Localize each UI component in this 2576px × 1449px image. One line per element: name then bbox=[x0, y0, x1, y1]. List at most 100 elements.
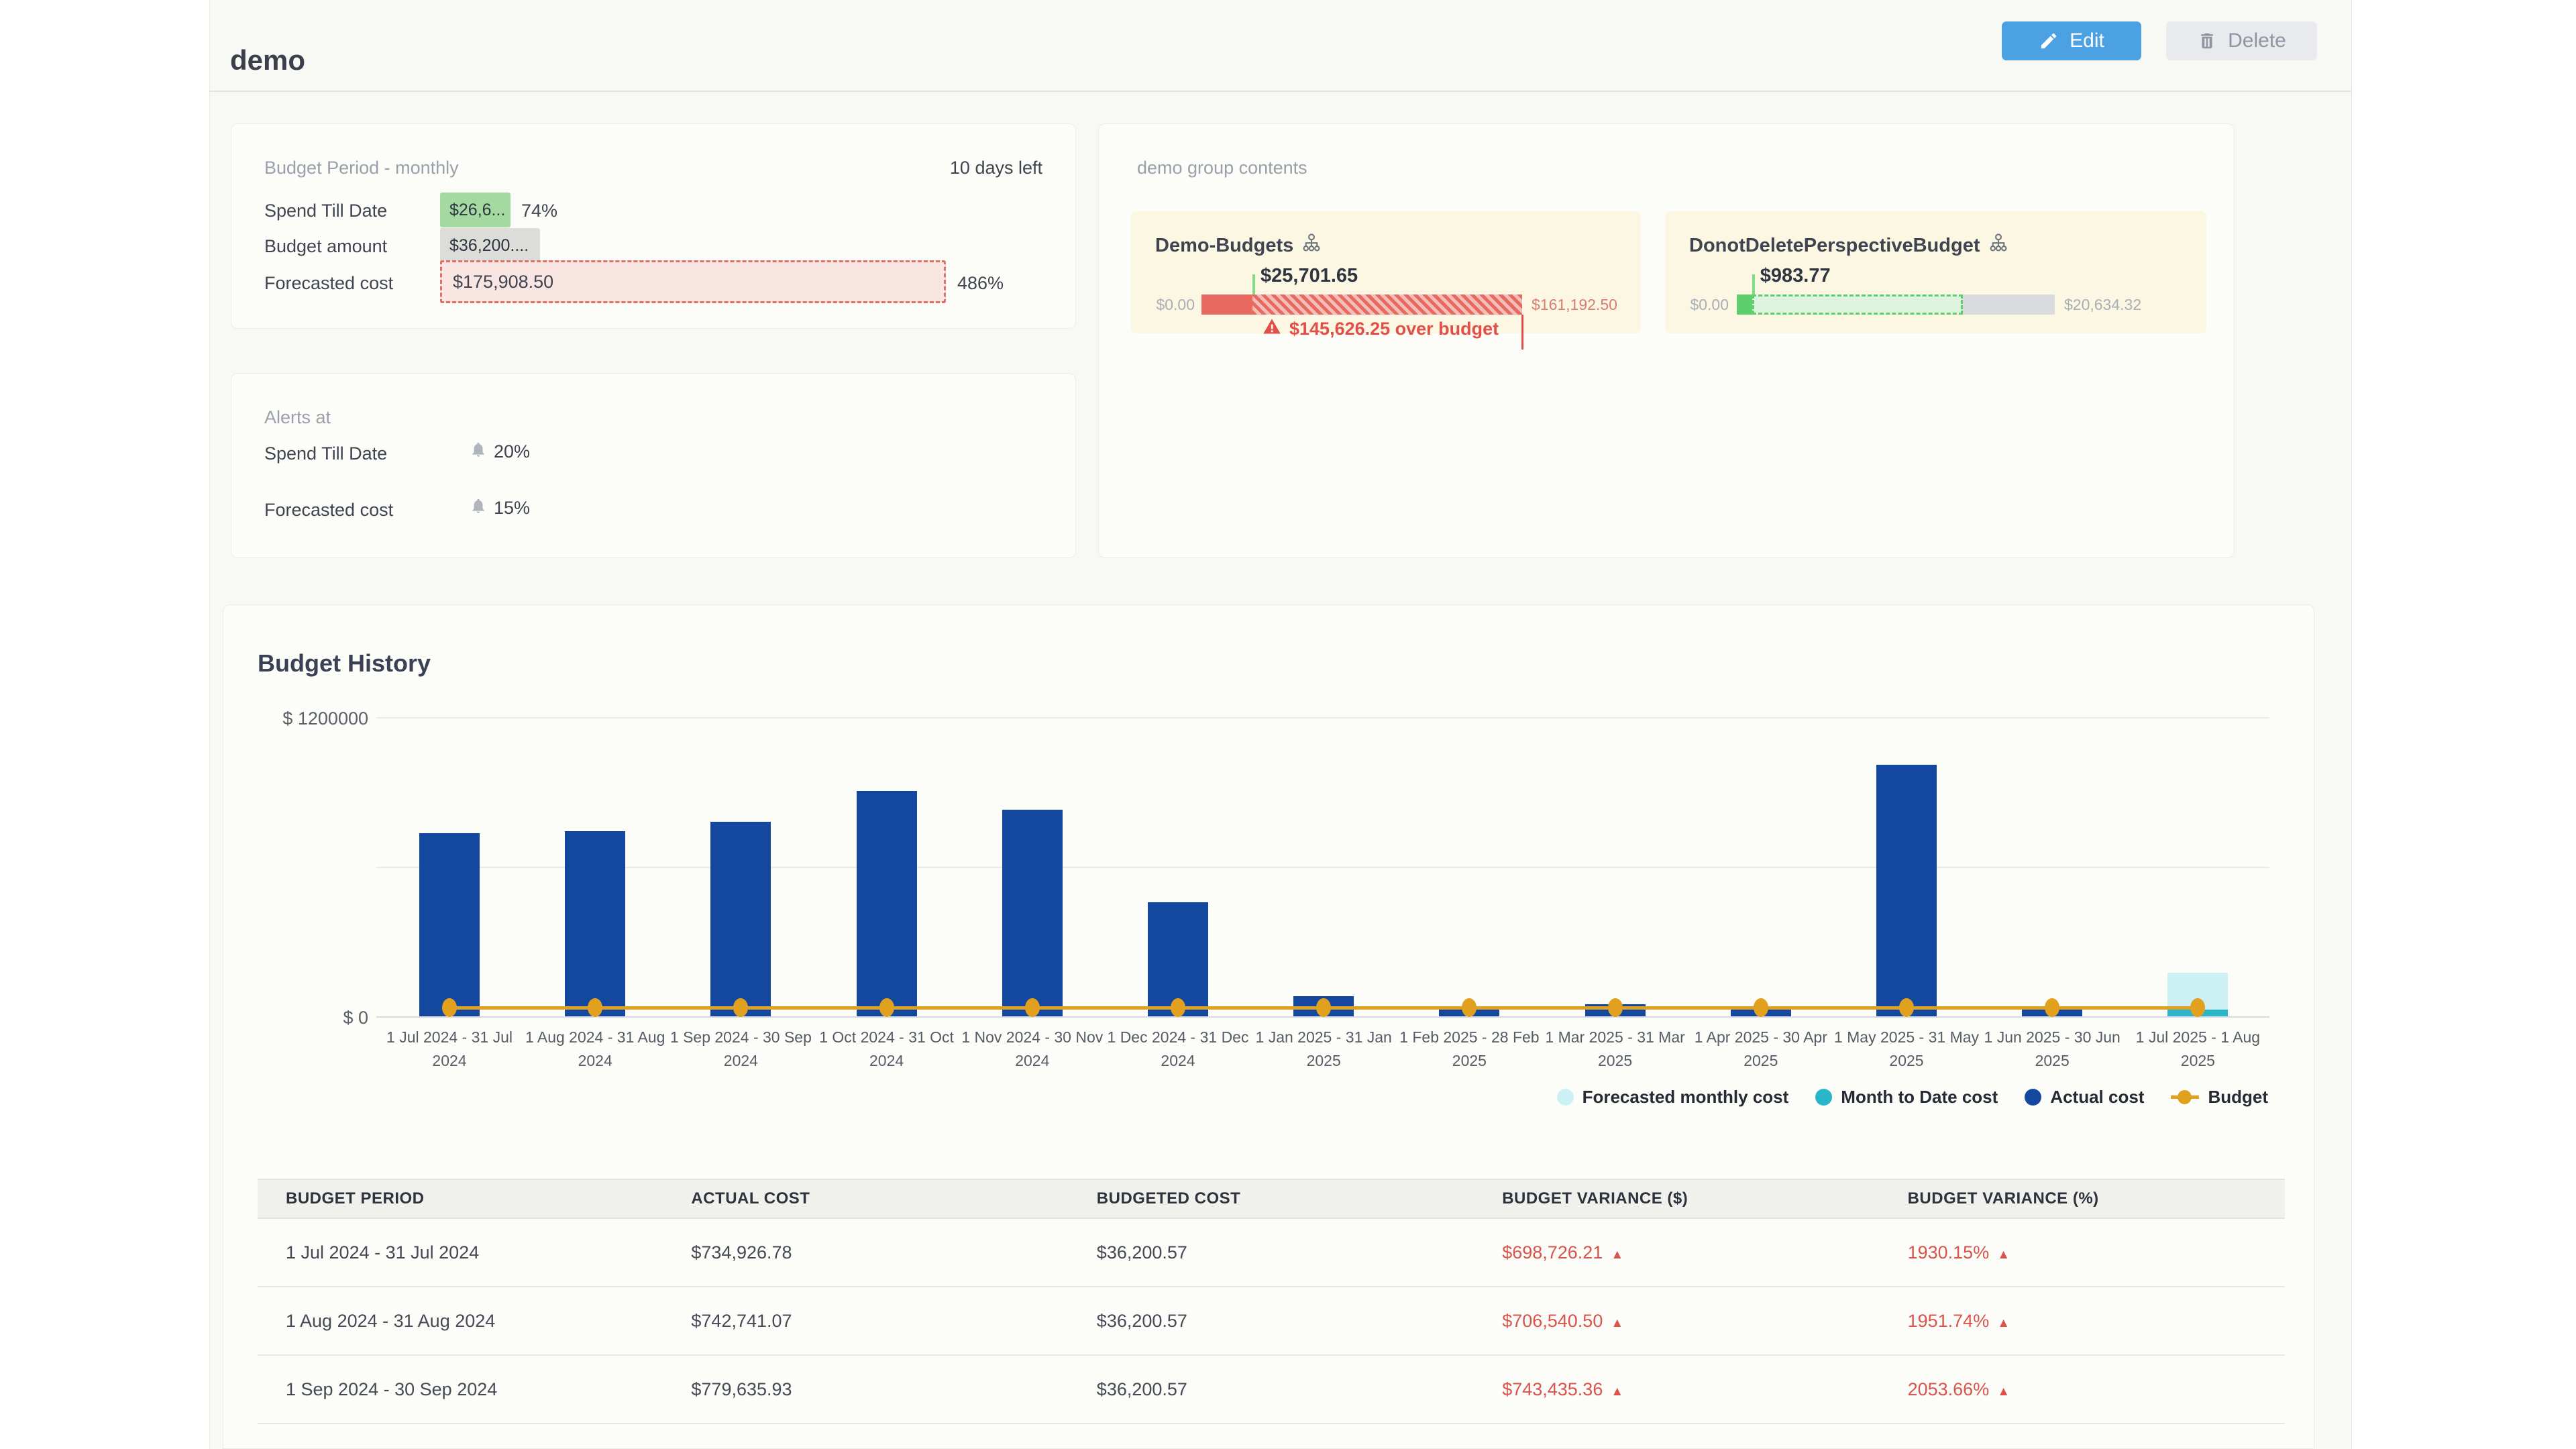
over-budget-bracket bbox=[1521, 315, 1523, 350]
x-axis-label: 1 Sep 2024 - 30 Sep 2024 bbox=[661, 1026, 820, 1072]
budget-line-point bbox=[1316, 998, 1331, 1017]
budget-line-point bbox=[733, 998, 748, 1017]
cell-variance-usd: $698,726.21▲ bbox=[1474, 1242, 1879, 1263]
delete-button[interactable]: Delete bbox=[2166, 21, 2317, 60]
pencil-icon bbox=[2039, 31, 2059, 51]
bar-min-label: $0.00 bbox=[1690, 294, 1729, 315]
budget-marker-value: $25,701.65 bbox=[1260, 265, 1358, 287]
edit-button[interactable]: Edit bbox=[2002, 21, 2141, 60]
budget-line-point bbox=[442, 998, 457, 1017]
budget-marker-value: $983.77 bbox=[1760, 265, 1831, 287]
budget-history-chart: 1 Jul 2024 - 31 Jul 20241 Aug 2024 - 31 … bbox=[376, 717, 2269, 1016]
budget-history-card: Budget History $ 1200000 $ 0 1 Jul 2024 … bbox=[223, 604, 2314, 1449]
budget-line-point bbox=[1171, 998, 1185, 1017]
alert-spend-label: Spend Till Date bbox=[264, 443, 387, 464]
bar-actual-cost bbox=[565, 831, 625, 1016]
over-budget-text: $145,626.25 over budget bbox=[1289, 319, 1499, 339]
x-axis-label: 1 Apr 2025 - 30 Apr 2025 bbox=[1682, 1026, 1840, 1072]
budget-line-point bbox=[1754, 998, 1768, 1017]
alert-forecast-label: Forecasted cost bbox=[264, 500, 393, 521]
cell-budgeted-cost: $36,200.57 bbox=[1069, 1379, 1474, 1400]
bar-max-label: $161,192.50 bbox=[1532, 294, 1617, 315]
budget-amount-label: Budget amount bbox=[264, 236, 387, 257]
over-budget-note: $145,626.25 over budget bbox=[1263, 317, 1499, 341]
up-triangle-icon: ▲ bbox=[1997, 1316, 2010, 1330]
chart-legend: Forecasted monthly cost Month to Date cos… bbox=[1557, 1087, 2268, 1108]
x-axis-label: 1 Nov 2024 - 30 Nov 2024 bbox=[953, 1026, 1112, 1072]
x-axis-label: 1 Dec 2024 - 31 Dec 2024 bbox=[1099, 1026, 1257, 1072]
budget-period-title: Budget Period - monthly bbox=[264, 158, 459, 178]
x-axis-label: 1 May 2025 - 31 May 2025 bbox=[1827, 1026, 1986, 1072]
legend-swatch bbox=[1557, 1089, 1574, 1106]
bar-actual-cost bbox=[1876, 765, 1937, 1016]
budget-progress-bar bbox=[1201, 294, 1522, 315]
alert-spend-value: 20% bbox=[470, 441, 530, 463]
cell-budget-period: 1 Aug 2024 - 31 Aug 2024 bbox=[258, 1311, 663, 1332]
alerts-card: Alerts at Spend Till Date 20% Forecasted… bbox=[231, 373, 1076, 558]
spend-till-date-chip: $26,6... bbox=[440, 193, 511, 227]
y-axis-label-zero: $ 0 bbox=[254, 1008, 368, 1028]
col-variance-usd: BUDGET VARIANCE ($) bbox=[1474, 1189, 1879, 1208]
alert-forecast-pct: 15% bbox=[494, 498, 530, 519]
warning-icon bbox=[1263, 317, 1281, 341]
x-axis-label: 1 Feb 2025 - 28 Feb 2025 bbox=[1390, 1026, 1548, 1072]
bar-actual-cost bbox=[710, 822, 771, 1016]
cell-budgeted-cost: $36,200.57 bbox=[1069, 1311, 1474, 1332]
budget-amount-chip: $36,200.... bbox=[440, 228, 540, 263]
bar-actual-cost bbox=[1002, 810, 1063, 1016]
cell-variance-pct: 1951.74%▲ bbox=[1880, 1311, 2285, 1332]
cell-variance-usd: $743,435.36▲ bbox=[1474, 1379, 1879, 1400]
table-header-row: BUDGET PERIOD ACTUAL COST BUDGETED COST … bbox=[258, 1179, 2285, 1219]
budget-item-name-text: Demo-Budgets bbox=[1155, 235, 1293, 257]
x-axis-label: 1 Mar 2025 - 31 Mar 2025 bbox=[1536, 1026, 1695, 1072]
budget-history-title: Budget History bbox=[258, 649, 431, 678]
up-triangle-icon: ▲ bbox=[1611, 1385, 1623, 1399]
budget-item-donotdelete[interactable]: DonotDeletePerspectiveBudget $983.77 $0.… bbox=[1665, 211, 2206, 333]
org-chart-icon bbox=[1301, 233, 1322, 258]
col-actual-cost: ACTUAL COST bbox=[663, 1189, 1068, 1208]
content-area: demo Edit Delete Budget Period - monthly… bbox=[209, 0, 2352, 1449]
x-axis-label: 1 Aug 2024 - 31 Aug 2024 bbox=[516, 1026, 674, 1072]
x-axis-label: 1 Jan 2025 - 31 Jan 2025 bbox=[1244, 1026, 1403, 1072]
cell-variance-pct: 1930.15%▲ bbox=[1880, 1242, 2285, 1263]
legend-item-budget[interactable]: Budget bbox=[2171, 1087, 2268, 1108]
legend-swatch bbox=[2025, 1089, 2041, 1106]
cell-variance-pct: 2053.66%▲ bbox=[1880, 1379, 2285, 1400]
alerts-title: Alerts at bbox=[264, 407, 331, 428]
table-row: 1 Sep 2024 - 30 Sep 2024$779,635.93$36,2… bbox=[258, 1356, 2285, 1424]
legend-label: Forecasted monthly cost bbox=[1582, 1087, 1789, 1108]
delete-button-label: Delete bbox=[2228, 30, 2286, 52]
cell-actual-cost: $779,635.93 bbox=[663, 1379, 1068, 1400]
table-row: 1 Jul 2024 - 31 Jul 2024$734,926.78$36,2… bbox=[258, 1219, 2285, 1287]
alert-forecast-value: 15% bbox=[470, 497, 530, 519]
forecasted-cost-label: Forecasted cost bbox=[264, 273, 393, 294]
budget-item-demo-budgets[interactable]: Demo-Budgets $25,701.65 $0.00 $161,192.5… bbox=[1131, 211, 1641, 333]
x-axis-label: 1 Oct 2024 - 31 Oct 2024 bbox=[808, 1026, 966, 1072]
x-axis-label: 1 Jul 2024 - 31 Jul 2024 bbox=[370, 1026, 529, 1072]
budget-line-point bbox=[2045, 998, 2059, 1017]
legend-label: Actual cost bbox=[2050, 1087, 2144, 1108]
x-axis-label: 1 Jul 2025 - 1 Aug 2025 bbox=[2118, 1026, 2277, 1072]
budget-item-name: DonotDeletePerspectiveBudget bbox=[1689, 233, 2008, 258]
forecasted-cost-box: $175,908.50 bbox=[440, 260, 946, 303]
budget-marker-tick bbox=[1252, 274, 1255, 294]
legend-swatch bbox=[1815, 1089, 1832, 1106]
budget-line-point bbox=[1025, 998, 1040, 1017]
edit-button-label: Edit bbox=[2070, 30, 2104, 52]
legend-item-actual-cost[interactable]: Actual cost bbox=[2025, 1087, 2144, 1108]
cell-budgeted-cost: $36,200.57 bbox=[1069, 1242, 1474, 1263]
forecasted-cost-pct: 486% bbox=[957, 273, 1004, 294]
legend-item-month-to-date-cost[interactable]: Month to Date cost bbox=[1815, 1087, 1998, 1108]
group-contents-card: demo group contents Demo-Budgets $25,701… bbox=[1098, 123, 2235, 558]
budget-item-name-text: DonotDeletePerspectiveBudget bbox=[1689, 235, 1980, 257]
up-triangle-icon: ▲ bbox=[1997, 1248, 2010, 1262]
cell-budget-period: 1 Sep 2024 - 30 Sep 2024 bbox=[258, 1379, 663, 1400]
table-row: 1 Aug 2024 - 31 Aug 2024$742,741.07$36,2… bbox=[258, 1287, 2285, 1356]
trash-icon bbox=[2197, 31, 2217, 51]
budget-line-swatch bbox=[2171, 1089, 2199, 1106]
legend-item-forecasted-monthly-cost[interactable]: Forecasted monthly cost bbox=[1557, 1087, 1789, 1108]
bar-actual-cost bbox=[419, 833, 480, 1016]
spend-till-date-label: Spend Till Date bbox=[264, 201, 387, 221]
legend-label: Budget bbox=[2208, 1087, 2268, 1108]
up-triangle-icon: ▲ bbox=[1997, 1385, 2010, 1399]
